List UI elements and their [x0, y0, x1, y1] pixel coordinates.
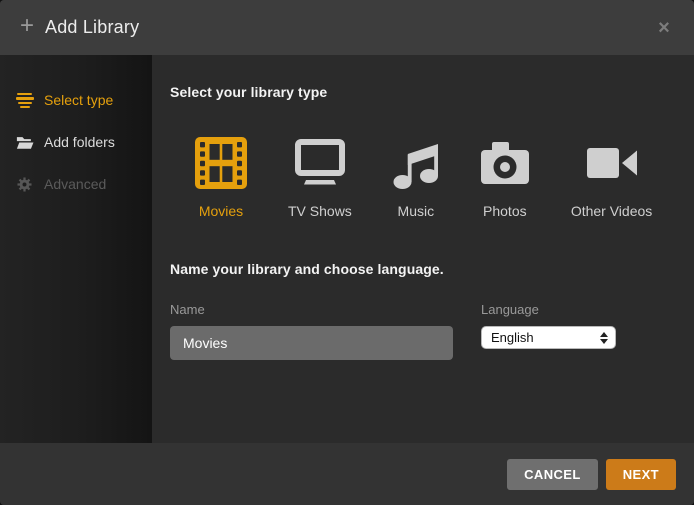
sidebar-item-select-type[interactable]: Select type	[0, 79, 152, 121]
language-select[interactable]: English	[481, 326, 616, 349]
library-name-input[interactable]	[170, 326, 453, 360]
sidebar-item-add-folders[interactable]: Add folders	[0, 121, 152, 163]
close-icon[interactable]: ×	[650, 14, 678, 42]
language-field-label: Language	[481, 302, 616, 317]
tv-icon	[293, 136, 347, 190]
library-type-label: Movies	[199, 203, 243, 219]
library-type-row: Movies TV Shows	[195, 136, 670, 219]
sidebar-item-label: Select type	[44, 92, 113, 108]
library-type-movies[interactable]: Movies	[195, 136, 247, 219]
cancel-button[interactable]: CANCEL	[507, 459, 598, 490]
video-camera-icon	[586, 136, 638, 190]
next-button[interactable]: NEXT	[606, 459, 676, 490]
fields-row: Name Language English	[170, 302, 670, 360]
library-type-label: Music	[398, 203, 435, 219]
library-type-music[interactable]: Music	[393, 136, 439, 219]
main-content: Select your library type	[152, 55, 694, 443]
dialog-header: + Add Library ×	[0, 0, 694, 55]
sidebar-item-advanced[interactable]: Advanced	[0, 163, 152, 205]
type-section-title: Select your library type	[170, 84, 670, 100]
library-type-other-videos[interactable]: Other Videos	[571, 136, 652, 219]
sidebar-item-label: Add folders	[44, 134, 115, 150]
steps-sidebar: Select type Add folders	[0, 55, 152, 443]
sidebar-item-label: Advanced	[44, 176, 106, 192]
library-type-photos[interactable]: Photos	[480, 136, 530, 219]
language-field-group: Language English	[481, 302, 616, 349]
library-type-tv-shows[interactable]: TV Shows	[288, 136, 352, 219]
name-field-label: Name	[170, 302, 453, 317]
library-type-label: Other Videos	[571, 203, 652, 219]
add-library-dialog: + Add Library × Select type Add folders	[0, 0, 694, 505]
gear-icon	[15, 177, 34, 192]
name-field-group: Name	[170, 302, 453, 360]
select-type-icon	[15, 93, 34, 108]
library-type-label: TV Shows	[288, 203, 352, 219]
dialog-footer: CANCEL NEXT	[0, 443, 694, 505]
library-type-label: Photos	[483, 203, 527, 219]
dialog-body: Select type Add folders	[0, 55, 694, 443]
camera-icon	[480, 136, 530, 190]
film-strip-icon	[195, 136, 247, 190]
music-note-icon	[393, 136, 439, 190]
language-select-wrap: English	[481, 326, 616, 349]
dialog-title: Add Library	[45, 17, 139, 38]
plus-icon: +	[20, 14, 34, 38]
folder-icon	[15, 135, 34, 150]
name-section-title: Name your library and choose language.	[170, 261, 670, 277]
